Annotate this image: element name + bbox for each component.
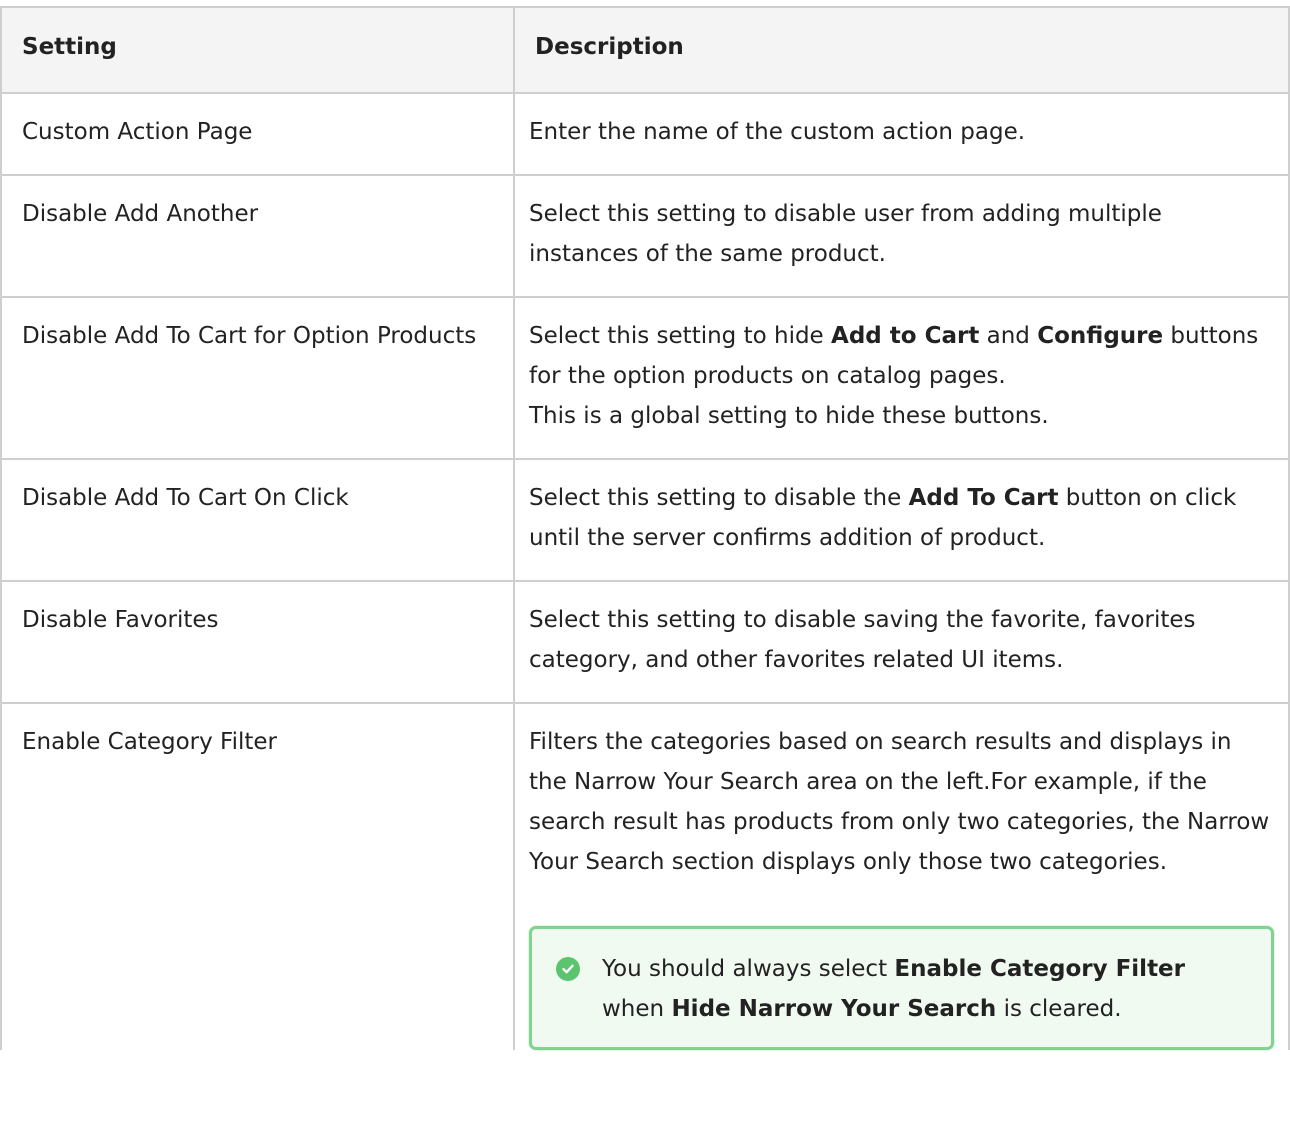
table-row: Disable Favorites Select this setting to…: [0, 580, 1290, 704]
table-row: Enable Category Filter Filters the categ…: [0, 702, 1290, 1050]
check-circle-icon: [556, 957, 580, 981]
setting-description: Select this setting to disable user from…: [513, 174, 1290, 298]
desc-text: Filters the categories based on search r…: [529, 729, 1270, 875]
setting-name: Disable Favorites: [0, 580, 515, 704]
tip-text: is cleared.: [996, 996, 1122, 1022]
desc-bold-configure: Configure: [1037, 323, 1164, 349]
tip-text: when: [602, 996, 672, 1022]
setting-name: Enable Category Filter: [0, 702, 515, 1050]
setting-description: Select this setting to disable saving th…: [513, 580, 1290, 704]
setting-description: Enter the name of the custom action page…: [513, 92, 1290, 176]
tip-bold-hide-narrow-your-search: Hide Narrow Your Search: [671, 996, 997, 1022]
table-row: Disable Add To Cart On Click Select this…: [0, 458, 1290, 582]
table-row: Disable Add To Cart for Option Products …: [0, 296, 1290, 460]
setting-name: Disable Add To Cart for Option Products: [0, 296, 515, 460]
setting-name: Disable Add Another: [0, 174, 515, 298]
tip-callout: You should always select Enable Category…: [529, 926, 1274, 1050]
table-header-row: Setting Description: [0, 6, 1290, 94]
setting-name: Custom Action Page: [0, 92, 515, 176]
header-setting: Setting: [0, 6, 515, 94]
desc-text: and: [979, 323, 1038, 349]
setting-description: Select this setting to disable the Add T…: [513, 458, 1290, 582]
table-row: Custom Action Page Enter the name of the…: [0, 92, 1290, 176]
desc-text: Select this setting to hide: [529, 323, 832, 349]
header-description: Description: [513, 6, 1290, 94]
settings-table: Setting Description Custom Action Page E…: [0, 6, 1290, 1050]
setting-description: Select this setting to hide Add to Cart …: [513, 296, 1290, 460]
desc-bold-add-to-cart: Add To Cart: [908, 485, 1059, 511]
setting-description: Filters the categories based on search r…: [513, 702, 1290, 1050]
desc-text: Select this setting to disable the: [529, 485, 909, 511]
tip-text: You should always select: [602, 956, 895, 982]
table-row: Disable Add Another Select this setting …: [0, 174, 1290, 298]
desc-text-line2: This is a global setting to hide these b…: [529, 403, 1049, 429]
desc-bold-add-to-cart: Add to Cart: [831, 323, 980, 349]
setting-name: Disable Add To Cart On Click: [0, 458, 515, 582]
tip-bold-enable-category-filter: Enable Category Filter: [894, 956, 1185, 982]
